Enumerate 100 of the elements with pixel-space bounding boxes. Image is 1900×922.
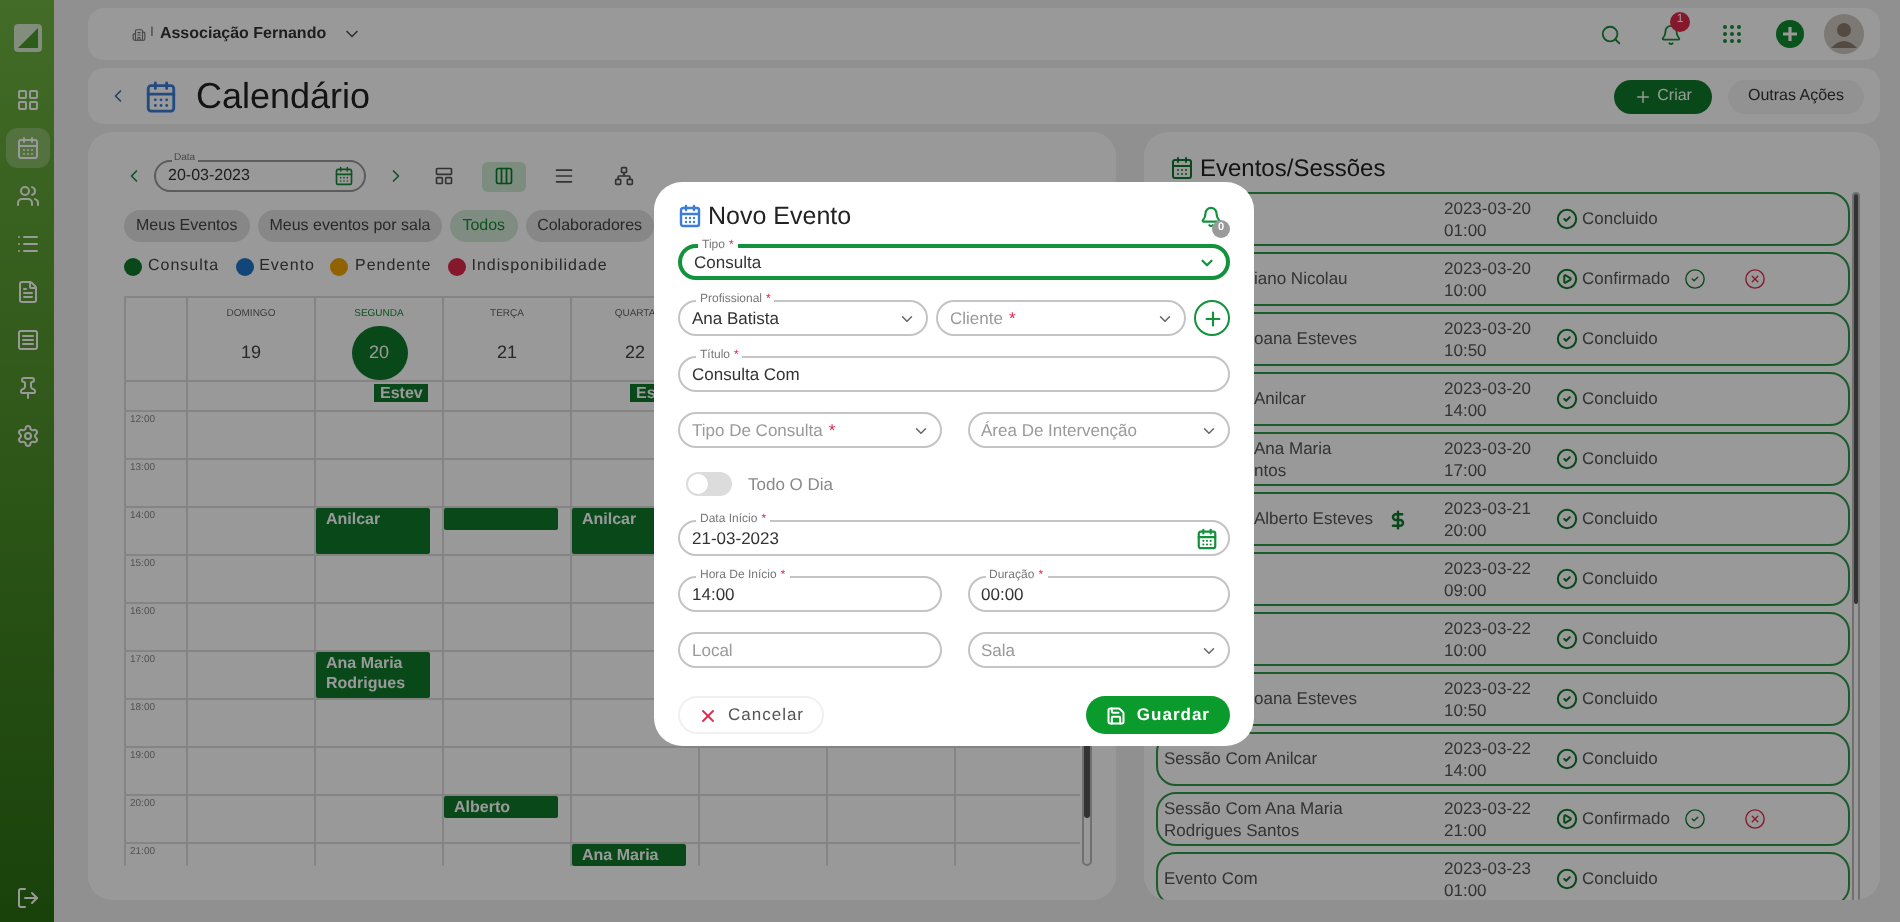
filter-chip[interactable]: Colaboradores	[525, 210, 655, 242]
dialog-title: Novo Evento	[708, 199, 852, 234]
save-icon	[1106, 705, 1127, 725]
calendar-icon	[15, 136, 39, 160]
plus-icon	[1633, 87, 1652, 105]
event-datetime: 2023-03-20 10:50	[1444, 317, 1533, 361]
scrollbar[interactable]	[1852, 192, 1860, 900]
check-icon	[1556, 568, 1578, 590]
pin-icon	[15, 376, 39, 400]
avatar[interactable]	[1824, 14, 1864, 54]
logo-icon[interactable]	[13, 24, 41, 52]
calendar-cell[interactable]	[186, 556, 314, 604]
confirm-icon[interactable]	[1684, 808, 1706, 830]
save-button[interactable]: Guardar	[1086, 696, 1230, 734]
event-datetime: 2023-03-22 10:00	[1444, 617, 1533, 661]
event-name: Ana Maria ntos	[1254, 437, 1332, 481]
event-status: Concluido	[1582, 206, 1660, 232]
check-icon	[1556, 868, 1578, 890]
bell-icon[interactable]	[1200, 205, 1222, 227]
calendar-icon[interactable]	[334, 166, 354, 186]
event-name: Sessão Com Ana Maria Rodrigues Santos	[1164, 797, 1343, 841]
search-icon[interactable]	[1600, 23, 1622, 45]
calendar-icon[interactable]	[1196, 527, 1218, 549]
calendar-cell[interactable]: Estev	[314, 382, 442, 412]
confirm-icon[interactable]	[1684, 268, 1706, 290]
calendar-cell[interactable]	[314, 796, 442, 844]
check-icon	[1556, 748, 1578, 770]
event-datetime: 2023-03-20 01:00	[1444, 197, 1533, 241]
event-status: Concluido	[1582, 326, 1660, 352]
cancel-icon[interactable]	[1744, 268, 1766, 290]
select-field[interactable]: Cliente *	[936, 300, 1186, 336]
calendar-cell[interactable]	[570, 748, 698, 796]
check-icon	[1556, 688, 1578, 710]
apps-icon[interactable]	[1720, 22, 1744, 46]
calendar-cell[interactable]	[314, 700, 442, 748]
event-datetime: 2023-03-20 17:00	[1444, 437, 1533, 481]
check-icon	[1556, 448, 1578, 470]
event-status: Concluido	[1582, 506, 1660, 532]
calendar-event[interactable]: Alberto	[444, 796, 558, 818]
calendar-cell[interactable]	[442, 556, 570, 604]
organization-name[interactable]: Associação Fernando	[159, 22, 327, 46]
toggle-switch[interactable]	[686, 472, 732, 496]
legend-label: Evento	[259, 254, 315, 278]
day-number[interactable]: 21	[479, 325, 535, 380]
event-name: oana Esteves	[1254, 328, 1358, 350]
calendar-cell[interactable]	[954, 796, 1080, 844]
add-client-button[interactable]	[1194, 300, 1230, 336]
select-field[interactable]: Tipo De Consulta *	[678, 412, 941, 448]
legend-label: Indisponibilidade	[471, 254, 608, 278]
calendar-cell[interactable]	[186, 652, 314, 700]
more-actions-button[interactable]: Outras Ações	[1727, 79, 1864, 113]
event-status: Concluido	[1582, 866, 1660, 892]
bell-icon[interactable]	[1660, 23, 1682, 45]
calendar-event[interactable]: Estev	[374, 384, 429, 402]
day-number[interactable]: 19	[223, 325, 279, 380]
calendar-cell[interactable]	[314, 748, 442, 796]
event-status: Confirmado	[1582, 806, 1672, 832]
event-row[interactable]: Sessão Com Ana Maria Rodrigues Santos 2023-03-22 21:00 Confirmado	[1156, 792, 1850, 846]
event-datetime: 2023-03-20 10:00	[1444, 257, 1533, 301]
calendar-cell[interactable]	[186, 604, 314, 652]
toggle-label: Todo O Dia	[748, 471, 834, 497]
menu-icon	[15, 328, 39, 352]
lines-icon	[554, 166, 574, 186]
calendar-cell[interactable]	[954, 748, 1080, 796]
add-icon[interactable]	[1776, 20, 1804, 48]
calendar-icon	[1170, 156, 1194, 180]
page-title: Calendário	[196, 73, 371, 119]
hierarchy-icon	[614, 166, 634, 186]
play-icon	[1556, 808, 1578, 830]
select-field[interactable]: Sala	[967, 632, 1230, 668]
text-field[interactable]: Local	[678, 632, 941, 668]
event-status: Concluido	[1582, 566, 1660, 592]
day-number[interactable]: 20	[351, 325, 407, 380]
cancel-icon[interactable]	[1744, 808, 1766, 830]
event-row[interactable]: Evento Com 2023-03-23 01:00 Concluido	[1156, 852, 1850, 900]
calendar-cell[interactable]: Alberto	[442, 796, 570, 844]
calendar-cell[interactable]	[826, 748, 954, 796]
calendar-cell[interactable]	[186, 508, 314, 556]
calendar-cell[interactable]	[186, 460, 314, 508]
filter-chip[interactable]: Meus eventos por sala	[257, 210, 443, 242]
legend-label: Consulta	[148, 254, 220, 278]
filter-chip[interactable]: Todos	[450, 210, 518, 242]
event-datetime: 2023-03-21 20:00	[1444, 497, 1533, 541]
create-button[interactable]: Criar	[1613, 79, 1712, 113]
cancel-button[interactable]: Cancelar	[678, 696, 825, 734]
document-icon	[15, 280, 39, 304]
play-icon	[1556, 268, 1578, 290]
select-field[interactable]: Área De Intervenção	[967, 412, 1230, 448]
event-status: Confirmado	[1582, 266, 1672, 292]
event-status: Concluido	[1582, 446, 1660, 472]
filter-chip[interactable]: Meus Eventos	[124, 210, 250, 242]
logout-icon[interactable]	[15, 886, 39, 910]
view-button[interactable]	[482, 161, 526, 191]
event-name: Anilcar	[1254, 388, 1306, 410]
calendar-cell[interactable]	[314, 556, 442, 604]
columns-icon	[494, 166, 514, 186]
calendar-cell[interactable]	[186, 700, 314, 748]
event-name: Sessão Com Anilcar	[1164, 748, 1318, 770]
calendar-cell[interactable]	[442, 508, 570, 556]
calendar-cell[interactable]	[698, 748, 826, 796]
